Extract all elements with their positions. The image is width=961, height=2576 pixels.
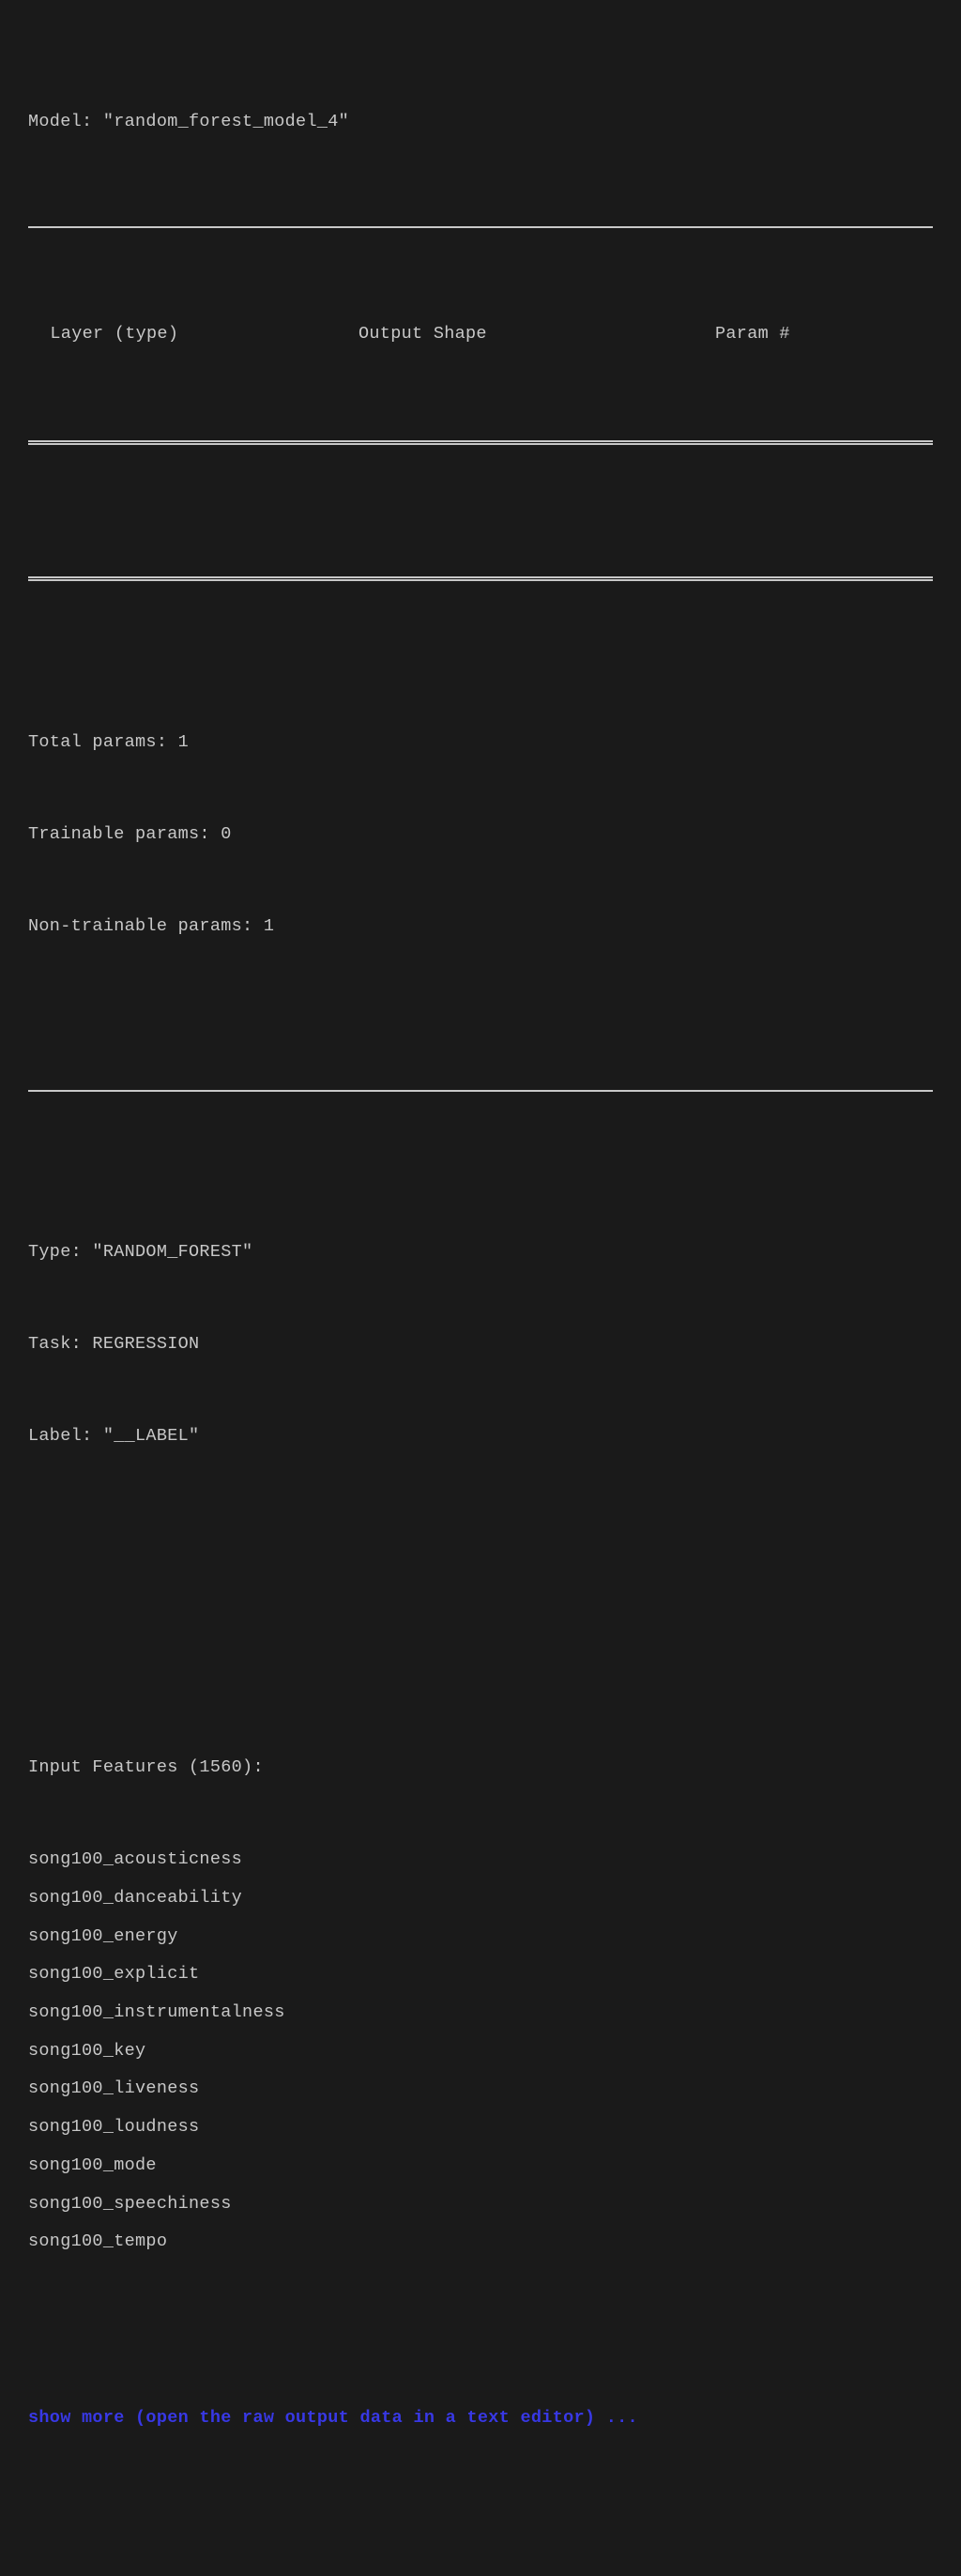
label-line: Label: "__LABEL" (28, 1418, 933, 1456)
feature-item: song100_key (28, 2032, 933, 2071)
feature-item: song100_explicit (28, 1955, 933, 1994)
model-name-line: Model: "random_forest_model_4" (28, 109, 933, 136)
trainable-params: Trainable params: 0 (28, 816, 933, 854)
col-header-param: Param # (659, 321, 922, 348)
non-trainable-params: Non-trainable params: 1 (28, 908, 933, 946)
features-heading: Input Features (1560): (28, 1749, 933, 1787)
total-params: Total params: 1 (28, 724, 933, 762)
feature-item: song100_acousticness (28, 1841, 933, 1879)
feature-item: song100_speechiness (28, 2185, 933, 2224)
feature-item: song100_loudness (28, 2108, 933, 2147)
feature-item: song100_danceability (28, 1879, 933, 1918)
task-line: Task: REGRESSION (28, 1326, 933, 1364)
trees-block: trees: 281, Out-of-bag evaluation: rmse:… (28, 2522, 933, 2576)
meta-block: Type: "RANDOM_FOREST" Task: REGRESSION L… (28, 1180, 933, 1510)
feature-item: song100_energy (28, 1918, 933, 1956)
col-header-output-shape: Output Shape (358, 321, 659, 348)
feature-item: song100_liveness (28, 2070, 933, 2108)
console-output: Model: "random_forest_model_4" Layer (ty… (28, 28, 933, 2576)
col-header-layer: Layer (type) (39, 321, 358, 348)
params-block: Total params: 1 Trainable params: 0 Non-… (28, 669, 933, 999)
summary-header-row: Layer (type) Output Shape Param # (28, 316, 933, 353)
features-block: Input Features (1560): song100_acousticn… (28, 1695, 933, 2315)
rule-thin (28, 1090, 933, 1092)
rule-double (28, 440, 933, 445)
type-line: Type: "RANDOM_FOREST" (28, 1234, 933, 1272)
show-more-link[interactable]: show more (open the raw output data in a… (28, 2396, 933, 2442)
features-list: song100_acousticnesssong100_danceability… (28, 1841, 933, 2261)
rule-thin (28, 226, 933, 228)
feature-item: song100_instrumentalness (28, 1994, 933, 2032)
rule-double (28, 576, 933, 581)
feature-item: song100_mode (28, 2147, 933, 2185)
feature-item: song100_tempo (28, 2223, 933, 2262)
